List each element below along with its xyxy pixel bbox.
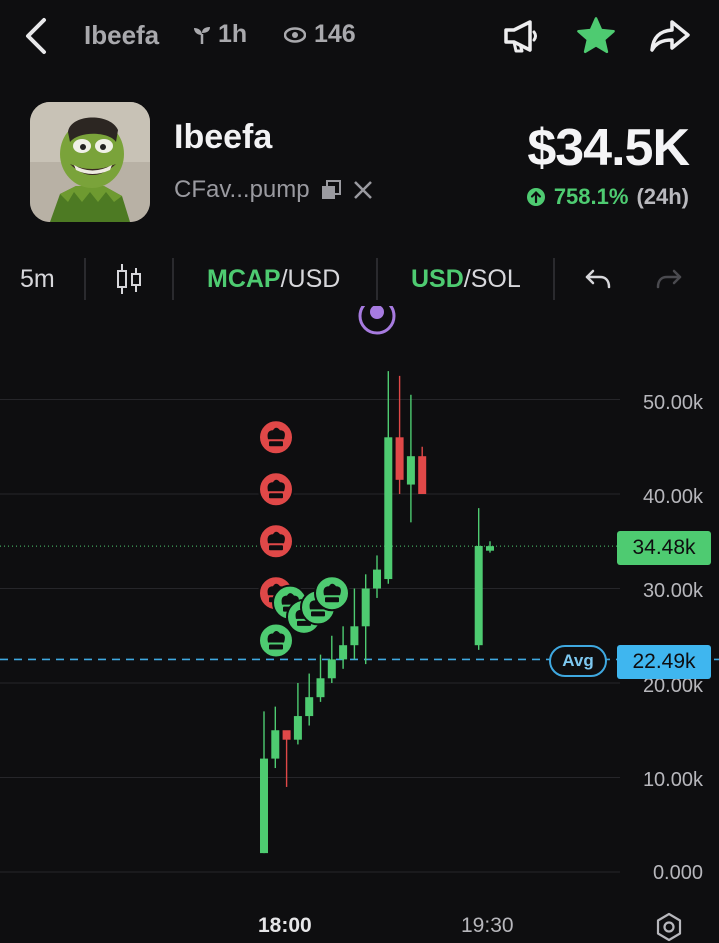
interval-label: 5m bbox=[20, 264, 55, 293]
chart-toolbar: 5m MCAP/USD USD/SOL bbox=[0, 252, 719, 306]
interval-selector[interactable]: 5m bbox=[20, 252, 55, 306]
token-age: 1h bbox=[192, 20, 247, 49]
undo-icon bbox=[585, 269, 611, 289]
toolbar-divider bbox=[376, 258, 378, 300]
token-name: Ibeefa bbox=[174, 118, 273, 156]
settings-hexagon-icon bbox=[656, 912, 682, 942]
frog-avatar-image bbox=[30, 102, 150, 222]
usd-label: USD bbox=[411, 264, 464, 293]
back-button[interactable] bbox=[18, 14, 58, 58]
change-percent: 758.1% bbox=[553, 184, 629, 209]
candle-body bbox=[271, 730, 280, 759]
x-tick-label: 18:00 bbox=[258, 914, 312, 937]
sell-marker[interactable] bbox=[258, 471, 294, 508]
y-tick-label: 10.00k bbox=[642, 769, 703, 791]
copy-address-button[interactable] bbox=[320, 179, 342, 201]
candle-body bbox=[474, 545, 483, 646]
candle-body bbox=[395, 437, 404, 480]
x-logo-icon bbox=[353, 181, 372, 199]
chef-hat-brim bbox=[269, 644, 283, 650]
y-tick-label: 30.00k bbox=[642, 580, 703, 602]
change-period: (24h) bbox=[636, 184, 689, 209]
sell-marker[interactable] bbox=[258, 523, 294, 560]
avg-price-tag: 22.49k bbox=[617, 645, 711, 679]
back-icon bbox=[26, 18, 46, 54]
y-tick-label: 0.000 bbox=[652, 862, 703, 884]
candle-body bbox=[282, 730, 291, 740]
star-icon bbox=[577, 17, 615, 54]
top-bar: Ibeefa 1h 146 bbox=[0, 0, 719, 72]
share-icon bbox=[650, 20, 690, 52]
buy-marker[interactable] bbox=[258, 622, 294, 659]
candle-body bbox=[316, 678, 325, 698]
chef-hat-brim bbox=[269, 493, 283, 499]
candle-body bbox=[350, 626, 359, 646]
redo-button[interactable] bbox=[655, 252, 683, 306]
toolbar-divider bbox=[84, 258, 86, 300]
mcap-pair-suffix: /USD bbox=[280, 264, 341, 293]
undo-button[interactable] bbox=[584, 252, 612, 306]
y-tick-label: 50.00k bbox=[642, 392, 703, 414]
toolbar-divider bbox=[172, 258, 174, 300]
candle-body bbox=[406, 456, 415, 485]
token-avatar bbox=[30, 102, 150, 222]
chef-hat-brim bbox=[269, 545, 283, 551]
x-tick-label: 19:30 bbox=[461, 914, 514, 937]
megaphone-button[interactable] bbox=[497, 12, 545, 60]
candle-body bbox=[486, 546, 494, 551]
candle-body bbox=[418, 456, 427, 494]
y-tick-label: 40.00k bbox=[642, 486, 703, 508]
favorite-button[interactable] bbox=[572, 12, 620, 60]
sprout-icon bbox=[194, 26, 210, 44]
candle-body bbox=[305, 697, 314, 717]
usd-sol-toggle[interactable]: USD/SOL bbox=[411, 252, 521, 306]
candle-body bbox=[327, 659, 336, 679]
mcap-usd-toggle[interactable]: MCAP/USD bbox=[207, 252, 340, 306]
price-change: 758.1% (24h) bbox=[526, 184, 689, 210]
candle-body bbox=[260, 758, 268, 854]
current-price-tag: 34.48k bbox=[617, 531, 711, 565]
redo-icon bbox=[656, 269, 682, 289]
chart-type-button[interactable] bbox=[116, 252, 142, 306]
event-marker-dot bbox=[370, 306, 384, 319]
candle-body bbox=[339, 645, 348, 660]
mcap-label: MCAP bbox=[207, 264, 281, 293]
usd-pair-suffix: /SOL bbox=[463, 264, 521, 293]
age-text: 1h bbox=[218, 20, 248, 48]
toolbar-divider bbox=[553, 258, 555, 300]
market-cap: $34.5K bbox=[527, 119, 690, 177]
megaphone-icon bbox=[504, 20, 537, 53]
token-header: Ibeefa CFav...pump $34.5K 758.1% (24h) bbox=[0, 96, 719, 236]
share-button[interactable] bbox=[646, 12, 694, 60]
view-count: 146 bbox=[284, 20, 356, 49]
candle-body bbox=[373, 569, 381, 589]
sell-marker[interactable] bbox=[258, 419, 294, 456]
chef-hat-brim bbox=[325, 597, 339, 603]
price-chart[interactable]: 50.00k 40.00k 30.00k 20.00k 10.00k 0.000… bbox=[0, 306, 719, 906]
candle-body bbox=[293, 716, 302, 740]
candle-body bbox=[361, 588, 370, 627]
candle-body bbox=[384, 437, 393, 580]
chef-hat-brim bbox=[269, 441, 283, 447]
views-text: 146 bbox=[314, 20, 356, 48]
candlestick-icon bbox=[117, 264, 141, 294]
buy-marker[interactable] bbox=[314, 575, 350, 612]
eye-icon bbox=[284, 26, 306, 43]
arrow-up-circle-icon bbox=[526, 188, 545, 206]
token-title: Ibeefa bbox=[84, 20, 160, 50]
copy-icon bbox=[321, 180, 341, 199]
avg-badge[interactable]: Avg bbox=[549, 645, 607, 677]
chart-canvas[interactable] bbox=[0, 306, 719, 906]
time-axis: 18:00 19:30 bbox=[0, 906, 719, 943]
chef-hat-brim bbox=[311, 611, 325, 617]
x-link-button[interactable] bbox=[352, 179, 374, 201]
token-address: CFav...pump bbox=[174, 176, 310, 203]
token-address-row: CFav...pump bbox=[174, 176, 374, 204]
chart-settings-button[interactable] bbox=[654, 912, 684, 942]
